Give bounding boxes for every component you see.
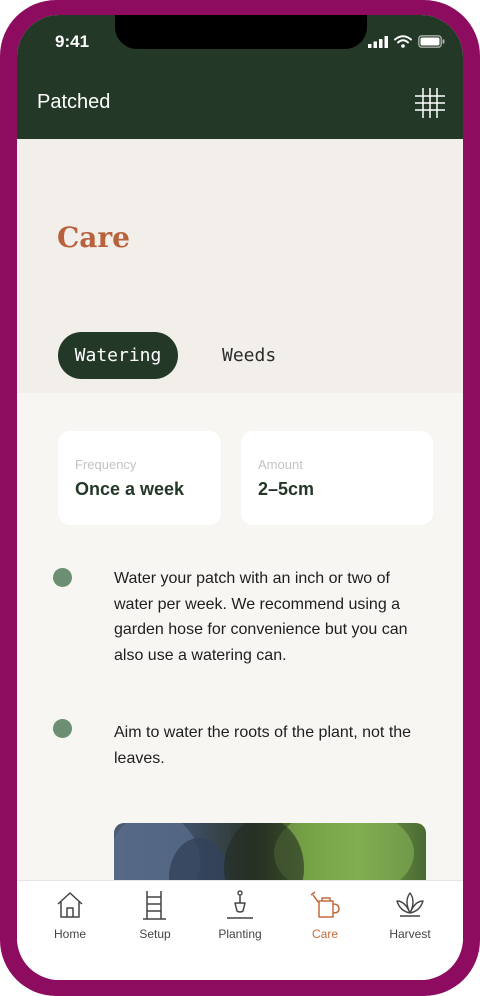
status-bar: 9:41	[17, 15, 463, 65]
tab-weeds[interactable]: Weeds	[222, 332, 276, 379]
nav-harvest-label: Harvest	[389, 927, 431, 941]
home-icon	[57, 892, 83, 918]
tip-bullet	[53, 568, 72, 587]
lotus-icon	[396, 892, 424, 917]
nav-planting[interactable]: Planting	[200, 889, 280, 941]
trowel-icon	[227, 890, 253, 919]
tip-text: Water your patch with an inch or two of …	[114, 570, 408, 664]
status-time: 9:41	[55, 32, 90, 51]
tab-watering[interactable]: Watering	[58, 332, 178, 379]
nav-home[interactable]: Home	[30, 889, 110, 941]
nav-home-label: Home	[53, 927, 86, 941]
signal-icon	[368, 35, 388, 48]
bottom-nav: Home Setup Planting Care Harvest	[17, 880, 463, 980]
watering-can-icon	[310, 891, 340, 918]
amount-label: Amount	[258, 457, 303, 472]
nav-planting-label: Planting	[218, 927, 262, 941]
device-frame: 9:41 Patched Care Watering Weeds Frequen…	[0, 0, 480, 996]
nav-care-label: Care	[311, 927, 338, 941]
amount-card: Amount 2–5cm	[241, 431, 433, 525]
nav-setup-label: Setup	[139, 927, 171, 941]
app-bar: Patched	[17, 65, 463, 139]
nav-care[interactable]: Care	[285, 889, 365, 941]
nav-setup[interactable]: Setup	[115, 889, 195, 941]
screen: 9:41 Patched Care Watering Weeds Frequen…	[17, 15, 463, 980]
tip-text: Aim to water the roots of the plant, not…	[114, 724, 412, 767]
wifi-icon	[394, 35, 412, 48]
ladder-icon	[143, 891, 166, 920]
battery-icon	[418, 35, 445, 48]
amount-value: 2–5cm	[258, 479, 315, 499]
status-icons	[368, 35, 445, 48]
nav-harvest[interactable]: Harvest	[370, 889, 450, 941]
grid-icon[interactable]	[415, 88, 445, 118]
notch	[115, 15, 367, 49]
frequency-value: Once a week	[75, 479, 185, 499]
frequency-card: Frequency Once a week	[58, 431, 221, 525]
page-title: Care	[57, 221, 130, 254]
frequency-label: Frequency	[75, 457, 137, 472]
tip-bullet	[53, 719, 72, 738]
app-title: Patched	[37, 91, 111, 113]
